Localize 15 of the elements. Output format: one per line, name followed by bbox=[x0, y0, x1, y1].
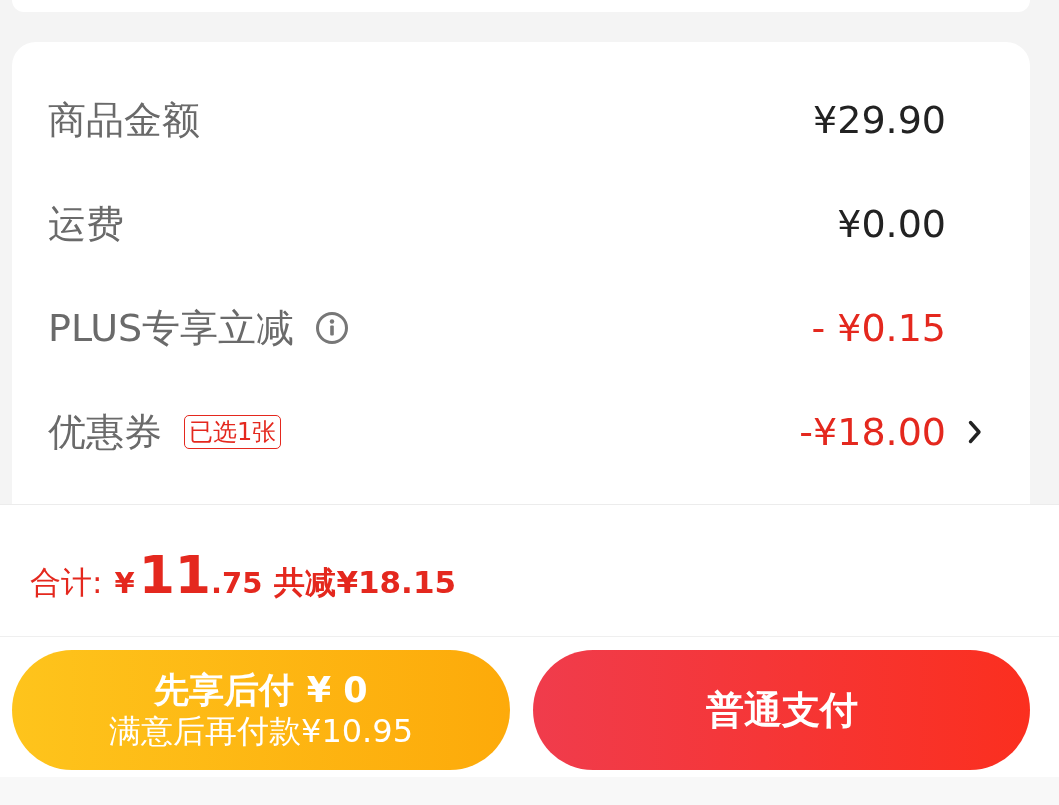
chevron-right-icon[interactable] bbox=[968, 420, 982, 444]
total-saving: 共减¥18.15 bbox=[274, 562, 457, 602]
total-label: 合计: bbox=[30, 562, 103, 602]
info-icon[interactable] bbox=[316, 312, 349, 344]
summary-label: 商品金额 bbox=[48, 96, 200, 144]
summary-value: ¥0.00 bbox=[837, 202, 946, 246]
summary-label: 运费 bbox=[48, 200, 124, 248]
summary-value: ¥29.90 bbox=[813, 98, 946, 142]
summary-value: -¥18.00 bbox=[799, 410, 946, 454]
summary-value: - ¥0.15 bbox=[811, 306, 946, 350]
summary-label: 优惠券 bbox=[48, 408, 162, 456]
selected-count-tag: 已选1张 bbox=[184, 415, 282, 449]
total-price: ¥11.75 bbox=[114, 544, 263, 605]
pay-button[interactable]: 普通支付 bbox=[533, 650, 1030, 770]
summary-label: PLUS专享立减 bbox=[48, 304, 295, 352]
